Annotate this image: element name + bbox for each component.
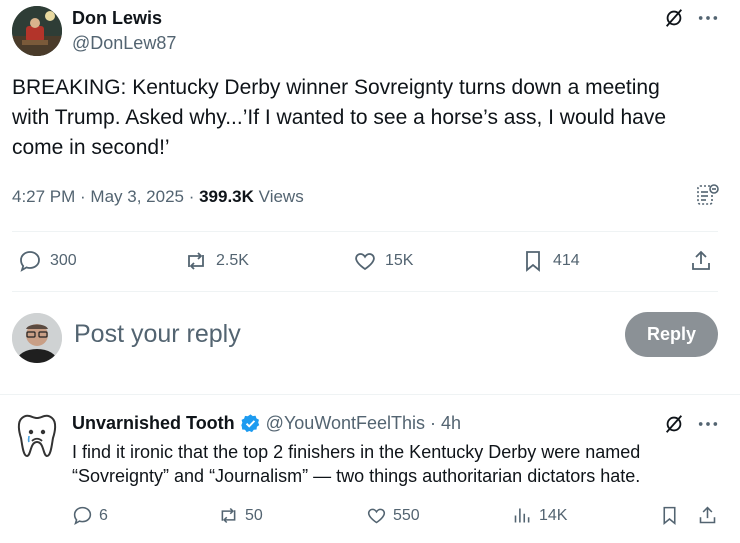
like-count: 15K xyxy=(385,252,414,269)
reply-text-line: I find it ironic that the top 2 finisher… xyxy=(72,442,641,462)
reply-header: Unvarnished Tooth @YouWontFeelThis · 4h xyxy=(72,413,461,434)
reply-author-handle[interactable]: @YouWontFeelThis xyxy=(266,413,425,434)
heart-icon xyxy=(367,508,386,524)
reply-input[interactable]: Post your reply xyxy=(74,320,241,349)
more-options-icon[interactable] xyxy=(697,8,719,28)
tweet-text-line: with Trump. Asked why...’If I wanted to … xyxy=(12,106,667,129)
bookmark-count: 414 xyxy=(553,252,580,269)
reply-reply-count: 6 xyxy=(99,506,108,524)
bookmark-action[interactable]: 414 xyxy=(521,249,580,273)
like-action[interactable]: 15K xyxy=(353,249,413,273)
reply-button[interactable]: Reply xyxy=(625,312,718,357)
reply-like-action[interactable]: 550 xyxy=(366,505,420,526)
views-label: Views xyxy=(258,187,304,206)
reply-text-line: “Sovreignty” and “Journalism” — two thin… xyxy=(72,466,641,486)
reply-share-action[interactable] xyxy=(697,505,718,526)
grok-icon[interactable] xyxy=(663,7,685,29)
repost-action[interactable]: 2.5K xyxy=(184,249,249,273)
reply-author-name[interactable]: Unvarnished Tooth xyxy=(72,413,235,434)
author-avatar[interactable] xyxy=(12,6,62,56)
divider xyxy=(0,394,740,395)
reply-action[interactable]: 300 xyxy=(18,249,77,273)
reply-bookmark-action[interactable] xyxy=(659,505,680,526)
share-icon xyxy=(699,506,716,524)
tweet-text: BREAKING: Kentucky Derby winner Sovreign… xyxy=(12,73,727,163)
reply-views-action[interactable]: 14K xyxy=(512,505,567,526)
tweet-text-line: BREAKING: Kentucky Derby winner Sovreign… xyxy=(12,76,660,99)
current-user-avatar-image xyxy=(12,313,62,363)
reply-count: 300 xyxy=(50,252,77,269)
reply-grok-icon[interactable] xyxy=(663,413,685,435)
verified-badge-icon xyxy=(240,413,261,434)
bookmark-icon xyxy=(526,251,540,272)
views-chart-icon xyxy=(514,508,530,523)
tweet-text-line: come in second!’ xyxy=(12,136,170,159)
tooth-icon xyxy=(17,414,57,458)
author-name[interactable]: Don Lewis xyxy=(72,8,162,29)
reply-icon xyxy=(20,251,40,272)
reply-author-avatar[interactable] xyxy=(12,410,62,460)
tweet-date[interactable]: May 3, 2025 xyxy=(90,187,184,206)
views-count: 399.3K xyxy=(199,187,254,206)
author-handle[interactable]: @DonLew87 xyxy=(72,33,176,54)
repost-icon xyxy=(221,507,236,524)
tweet-time[interactable]: 4:27 PM xyxy=(12,187,75,206)
reply-reply-action[interactable]: 6 xyxy=(72,505,108,526)
reply-text: I find it ironic that the top 2 finisher… xyxy=(72,440,732,488)
repost-count: 2.5K xyxy=(216,252,249,269)
reply-repost-action[interactable]: 50 xyxy=(218,505,263,526)
divider xyxy=(12,291,718,292)
reply-repost-count: 50 xyxy=(245,506,263,524)
share-action[interactable] xyxy=(689,249,713,273)
divider xyxy=(12,231,718,232)
post-analytics-icon[interactable] xyxy=(696,183,720,207)
separator-dot: · xyxy=(430,413,437,433)
current-user-avatar[interactable] xyxy=(12,313,62,363)
reply-icon xyxy=(73,506,92,526)
bookmark-icon xyxy=(663,506,676,526)
reply-more-options-icon[interactable] xyxy=(697,414,719,434)
reply-like-count: 550 xyxy=(393,506,420,524)
heart-icon xyxy=(355,253,375,271)
reply-time[interactable]: 4h xyxy=(441,413,461,434)
share-icon xyxy=(692,250,710,270)
reply-views-count: 14K xyxy=(539,506,568,524)
repost-icon xyxy=(188,252,204,270)
tweet-meta: 4:27 PM · May 3, 2025 · 399.3K Views xyxy=(12,187,304,206)
author-avatar-image xyxy=(12,6,62,56)
